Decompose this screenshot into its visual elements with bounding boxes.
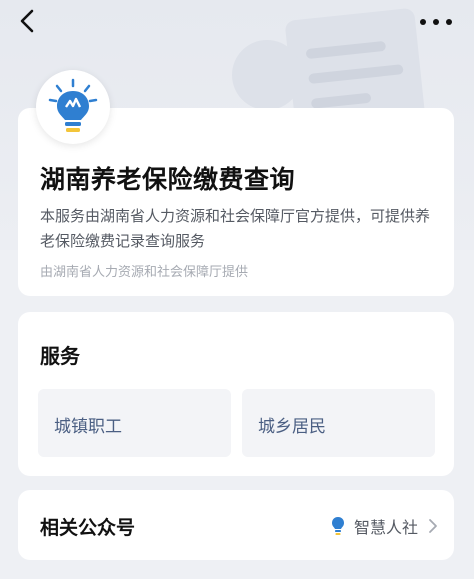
chevron-left-icon xyxy=(20,9,34,33)
more-dot-icon xyxy=(433,19,439,25)
service-logo xyxy=(36,70,110,144)
lightbulb-logo-icon xyxy=(48,78,98,132)
service-tile-urban-rural-resident[interactable]: 城乡居民 xyxy=(242,389,435,457)
related-account-label: 相关公众号 xyxy=(40,517,136,539)
more-dot-icon xyxy=(420,19,426,25)
service-tile-urban-employee[interactable]: 城镇职工 xyxy=(38,389,231,457)
services-card: 服务 城镇职工 城乡居民 xyxy=(18,312,454,476)
chevron-right-icon xyxy=(429,519,437,533)
lightbulb-icon xyxy=(331,517,344,535)
service-description: 本服务由湖南省人力资源和社会保障厅官方提供，可提供养老保险缴费记录查询服务 xyxy=(40,207,431,250)
services-section-title: 服务 xyxy=(40,344,80,368)
nav-bar xyxy=(0,0,474,44)
related-account-name: 智慧人社 xyxy=(353,518,418,537)
more-dot-icon xyxy=(446,19,452,25)
background-person-illustration xyxy=(232,40,302,110)
page-title: 湖南养老保险缴费查询 xyxy=(40,165,296,194)
service-tile-label: 城乡居民 xyxy=(258,417,326,437)
back-button[interactable] xyxy=(14,6,44,36)
service-tile-label: 城镇职工 xyxy=(54,417,122,437)
related-account-link[interactable]: 智慧人社 xyxy=(330,514,438,538)
related-account-row[interactable]: 相关公众号 智慧人社 xyxy=(18,490,454,560)
provider-text: 由湖南省人力资源和社会保障厅提供 xyxy=(40,265,249,280)
more-options-button[interactable] xyxy=(416,6,456,36)
